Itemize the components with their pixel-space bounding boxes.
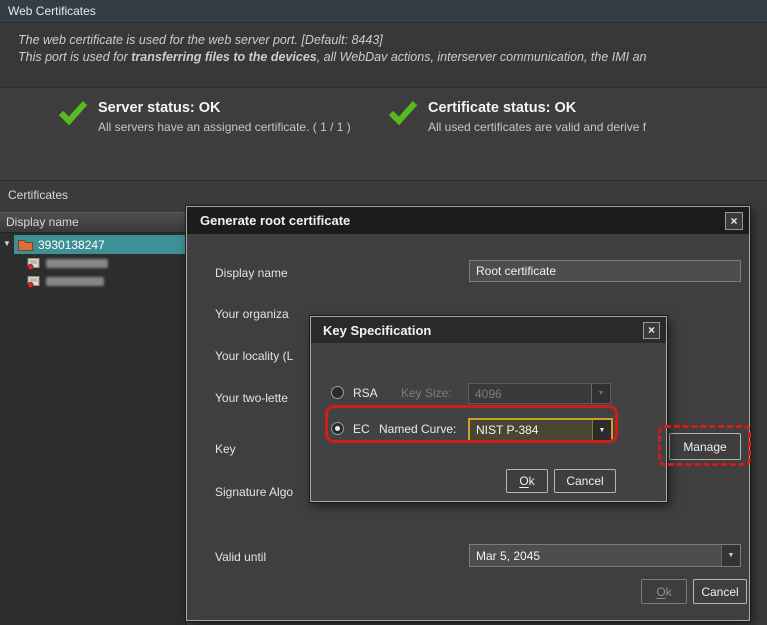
- rsa-label[interactable]: RSA: [353, 386, 378, 400]
- tree-item-root-selection[interactable]: 3930138247: [14, 235, 186, 254]
- named-curve-label: Named Curve:: [379, 422, 456, 436]
- ok-button-rest: k: [666, 585, 672, 599]
- valid-until-label: Valid until: [215, 550, 266, 564]
- info-line-2-bold: transferring files to the devices: [131, 50, 316, 64]
- key-ok-rest: k: [529, 474, 535, 488]
- named-curve-value: NIST P-384: [470, 420, 592, 440]
- info-line-2: This port is used for transferring files…: [18, 49, 767, 66]
- display-name-input[interactable]: [469, 260, 741, 282]
- key-specification-dialog: Key Specification × RSA Key Size: 4096 ▼…: [310, 316, 667, 502]
- key-ok-button[interactable]: Ok: [506, 469, 548, 493]
- close-icon[interactable]: ×: [725, 212, 743, 230]
- rsa-radio[interactable]: [331, 386, 344, 399]
- organization-label: Your organiza: [215, 307, 289, 321]
- key-size-label: Key Size:: [401, 386, 452, 400]
- tree-item-child[interactable]: [0, 254, 186, 272]
- display-name-column-header[interactable]: Display name: [0, 212, 187, 233]
- key-label: Key: [215, 442, 236, 456]
- info-panel: The web certificate is used for the web …: [0, 23, 767, 87]
- server-status: Server status: OK All servers have an as…: [58, 100, 351, 134]
- two-letter-country-label: Your two-lette: [215, 391, 288, 405]
- key-dialog-titlebar: Key Specification ×: [311, 317, 666, 343]
- certificate-status: Certificate status: OK All used certific…: [388, 100, 646, 134]
- server-status-subtitle: All servers have an assigned certificate…: [98, 120, 351, 134]
- ec-radio[interactable]: [331, 422, 344, 435]
- locality-label: Your locality (L: [215, 349, 293, 363]
- cancel-button[interactable]: Cancel: [693, 579, 747, 604]
- tree-expand-icon[interactable]: ▼: [3, 239, 11, 249]
- redacted-label: [46, 277, 104, 286]
- key-dialog-close-icon[interactable]: ×: [643, 322, 660, 339]
- display-name-label: Display name: [215, 266, 288, 280]
- ok-button[interactable]: Ok: [641, 579, 687, 604]
- certificate-tree: ▼ 3930138247: [0, 233, 187, 625]
- key-cancel-button[interactable]: Cancel: [554, 469, 616, 493]
- certificate-icon: [27, 275, 40, 288]
- named-curve-combobox[interactable]: NIST P-384 ▼: [468, 418, 613, 442]
- redacted-label: [46, 259, 108, 268]
- status-panel: Server status: OK All servers have an as…: [0, 87, 767, 181]
- page-header: Web Certificates: [0, 0, 767, 23]
- info-line-2-post: , all WebDav actions, interserver commun…: [317, 50, 647, 64]
- key-ok-mnemonic: O: [519, 474, 528, 488]
- dialog-titlebar: Generate root certificate ×: [187, 207, 749, 234]
- server-check-icon: [58, 100, 88, 126]
- key-size-combobox[interactable]: 4096 ▼: [468, 383, 611, 404]
- signature-algorithm-label: Signature Algo: [215, 485, 293, 499]
- dialog-title: Generate root certificate: [200, 213, 725, 228]
- tree-item-root[interactable]: ▼ 3930138247: [0, 235, 186, 254]
- tree-item-label: 3930138247: [38, 238, 105, 252]
- folder-icon: [18, 239, 33, 251]
- manage-button[interactable]: Manage: [669, 433, 741, 460]
- dropdown-arrow-icon[interactable]: ▼: [592, 420, 611, 440]
- tree-item-child[interactable]: [0, 272, 186, 290]
- certificate-check-icon: [388, 100, 418, 126]
- info-line-2-pre: This port is used for: [18, 50, 131, 64]
- info-line-1: The web certificate is used for the web …: [18, 32, 767, 49]
- certificate-status-subtitle: All used certificates are valid and deri…: [428, 120, 646, 134]
- dropdown-arrow-icon: ▼: [591, 384, 610, 403]
- valid-until-combobox[interactable]: Mar 5, 2045 ▼: [469, 544, 741, 567]
- key-size-value: 4096: [469, 384, 591, 403]
- server-status-title: Server status: OK: [98, 100, 351, 116]
- key-dialog-title: Key Specification: [323, 323, 643, 338]
- ec-label[interactable]: EC: [353, 422, 370, 436]
- certificate-status-title: Certificate status: OK: [428, 100, 646, 116]
- app-root: Web Certificates The web certificate is …: [0, 0, 767, 625]
- certificates-section-title: Certificates: [8, 188, 68, 202]
- valid-until-value: Mar 5, 2045: [470, 545, 721, 566]
- page-title: Web Certificates: [8, 4, 96, 18]
- dropdown-arrow-icon[interactable]: ▼: [721, 545, 740, 566]
- ok-button-mnemonic: O: [656, 585, 665, 599]
- key-dialog-body: RSA Key Size: 4096 ▼ EC Named Curve: NIS…: [311, 343, 666, 502]
- certificate-icon: [27, 257, 40, 270]
